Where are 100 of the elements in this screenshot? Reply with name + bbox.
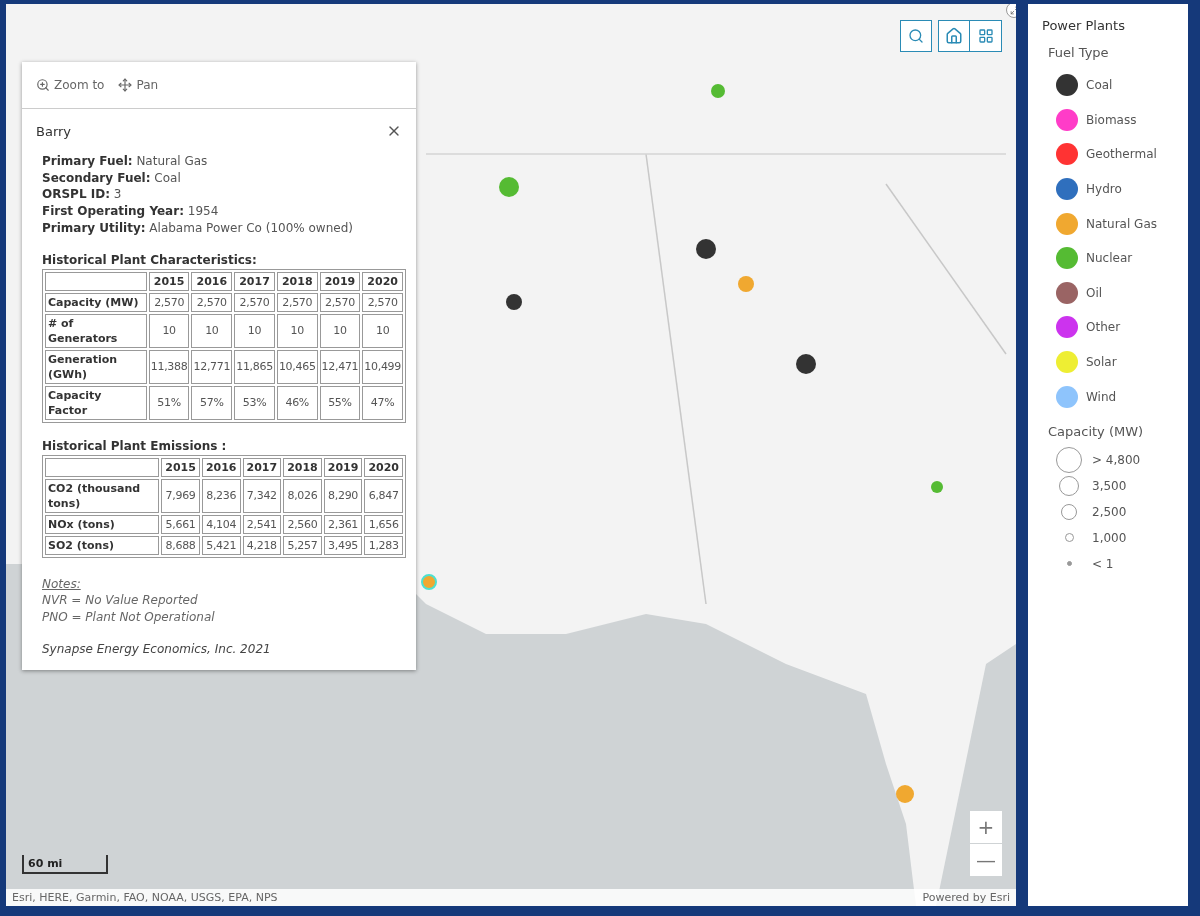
table-cell: 10 [234,313,275,348]
column-header: 2018 [283,457,322,477]
column-header: 2018 [276,271,318,291]
table-cell: 4,104 [201,514,241,534]
move-icon [118,78,133,92]
table-cell: 5,257 [283,535,322,555]
table-cell: 10 [191,313,233,348]
column-header: 2019 [323,457,363,477]
table-cell: 5,661 [161,514,200,534]
attribution-text: Esri, HERE, Garmin, FAO, NOAA, USGS, EPA, NPS [12,891,278,904]
field-text: ORSPL ID: 3 [42,186,123,204]
row-header: Generation (GWh) [45,349,147,384]
table-cell: 11,865 [234,349,275,384]
table-cell: 57% [191,385,233,420]
field-text: Secondary Fuel: Coal [42,169,182,187]
column-header: 2020 [362,271,403,291]
table-cell: 12,471 [319,349,361,384]
legend-label: 1,000 [1092,530,1127,545]
search-icon [908,28,924,44]
row-header: Capacity Factor [45,385,147,420]
legend-label: Natural Gas [1086,216,1157,231]
source-text: Synapse Energy Economics, Inc. 2021 [42,641,272,656]
column-header: 2019 [319,271,361,291]
legend-label: Nuclear [1086,251,1133,266]
grid-icon [977,28,994,44]
table-cell: 1,283 [364,535,403,555]
legend-label: Oil [1086,285,1103,300]
expand-icon [1009,5,1016,15]
legend-subtitle: Fuel Type [1048,45,1110,60]
powered-by-text: Powered by Esri [922,891,1010,904]
scale-bar: 60 mi [22,855,108,874]
popup-title: Barry [36,123,72,139]
table-cell: 8,688 [161,535,200,555]
table-cell: 2,570 [191,292,233,312]
legend-label: Geothermal [1086,147,1157,162]
column-header: 2017 [242,457,282,477]
table-cell: 10,465 [276,349,318,384]
table-cell: 51% [148,385,190,420]
table-cell: 7,342 [242,478,282,513]
column-header: 2015 [161,457,200,477]
table-cell: 2,570 [276,292,318,312]
search-button[interactable] [900,20,932,52]
table-cell: 2,361 [323,514,363,534]
legend-label: Coal [1086,78,1113,93]
table-cell: 47% [362,385,403,420]
size-circle [1066,561,1072,567]
table-cell: 8,026 [283,478,322,513]
field-text: First Operating Year: 1954 [42,203,220,220]
column-header: 2017 [234,271,275,291]
legend-label: 3,500 [1092,478,1127,493]
row-header: CO2 (thousand tons) [45,478,160,513]
column-header: 2016 [191,271,233,291]
table-cell: 10 [319,313,361,348]
legend-label: Solar [1086,355,1117,370]
table-cell: 2,570 [148,292,190,312]
row-header: # of Generators [45,313,147,348]
note-text: NVR = No Value Reported [42,592,199,609]
table-cell: 55% [319,385,361,420]
legend-subtitle: Capacity (MW) [1048,423,1145,439]
table-cell: 2,570 [234,292,275,312]
field-text: Primary Utility: Alabama Power Co (100% owned) [42,219,354,237]
table-cell: 8,236 [201,478,241,513]
legend-label: > 4,800 [1092,452,1141,467]
home-button[interactable] [938,20,970,52]
table-cell: 6,847 [364,478,403,513]
basemap-gallery-button[interactable] [970,20,1002,52]
table-cell: 10 [276,313,318,348]
legend-label: Hydro [1086,182,1122,197]
table-cell: 5,421 [201,535,241,555]
table-cell: 8,290 [323,478,363,513]
table-cell: 7,969 [161,478,200,513]
field-text: Primary Fuel: Natural Gas [42,153,209,170]
legend-title: Power Plants [1042,18,1126,33]
table-cell: 10 [362,313,403,348]
table-cell: 2,541 [242,514,282,534]
section-title: Historical Plant Characteristics: [42,252,258,267]
column-header: 2015 [148,271,190,291]
table-cell: 4,218 [242,535,282,555]
zoom-in-button[interactable]: + [970,811,1002,843]
table-cell: 46% [276,385,318,420]
table-cell: 2,570 [319,292,361,312]
legend-label: Biomass [1086,112,1137,127]
legend-label: Other [1086,320,1121,335]
table-cell: 3,495 [323,535,363,555]
zoom-out-button[interactable]: — [970,844,1002,876]
note-text: PNO = Plant Not Operational [42,608,216,626]
pan-button[interactable]: Pan [118,78,159,92]
legend-label: 2,500 [1092,504,1127,519]
table-cell: 2,560 [283,514,322,534]
section-title: Historical Plant Emissions : [42,438,228,453]
notes-title: Notes: [42,575,82,593]
table-cell: 10,499 [362,349,403,384]
zoom-to-button[interactable]: Zoom to [36,78,105,92]
row-header: SO2 (tons) [45,535,160,555]
table-cell: 1,656 [364,514,403,534]
row-header: Capacity (MW) [45,292,147,312]
table-cell: 11,388 [148,349,190,384]
table-cell: 53% [234,385,275,420]
zoom-in-icon [36,78,50,92]
legend-label: < 1 [1092,556,1114,571]
